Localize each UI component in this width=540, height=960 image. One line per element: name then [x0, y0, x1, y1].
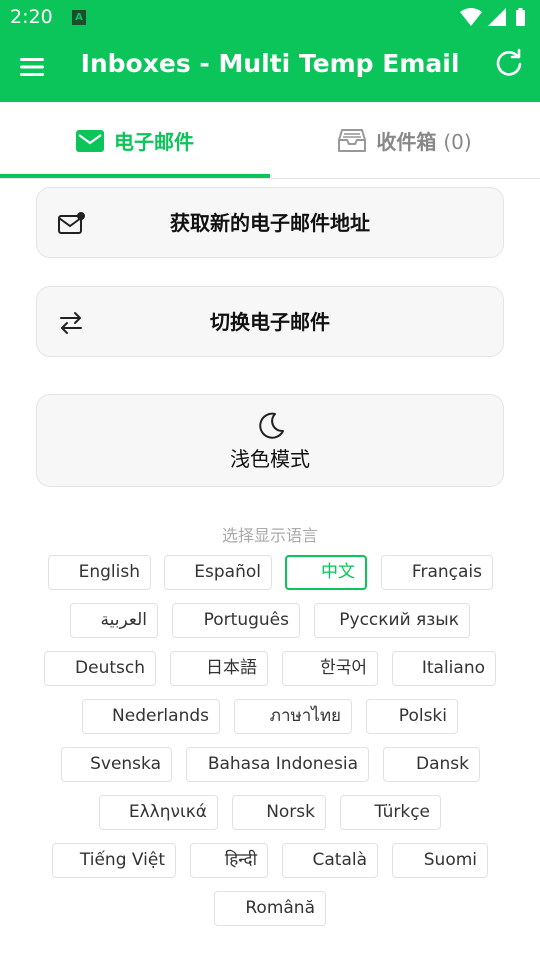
language-option-polish[interactable]: Polski: [366, 699, 458, 734]
language-option-swedish[interactable]: Svenska: [61, 747, 172, 782]
mail-icon: [76, 129, 104, 152]
language-option-dutch[interactable]: Nederlands: [82, 699, 220, 734]
switch-email-button[interactable]: 切换电子邮件: [36, 286, 504, 357]
language-option-italian[interactable]: Italiano: [392, 651, 496, 686]
switch-email-label: 切换电子邮件: [210, 310, 330, 334]
theme-toggle-label: 浅色模式: [230, 447, 310, 471]
language-option-japanese[interactable]: 日本語: [170, 651, 268, 686]
status-time: 2:20: [10, 6, 53, 28]
toolbar: Inboxes - Multi Temp Email: [0, 36, 540, 102]
language-option-korean[interactable]: 한국어: [282, 651, 378, 686]
language-heading: 选择显示语言: [221, 526, 318, 545]
language-option-spanish[interactable]: Español: [164, 555, 272, 590]
language-option-hindi[interactable]: हिन्दी: [190, 843, 268, 878]
language-option-catalan[interactable]: Català: [282, 843, 378, 878]
new-email-address-label: 获取新的电子邮件地址: [170, 211, 370, 235]
tab-inbox-label: 收件箱 (0): [376, 130, 472, 154]
new-email-address-button[interactable]: 获取新的电子邮件地址: [36, 187, 504, 258]
language-option-greek[interactable]: Ελληνικά: [99, 795, 218, 830]
language-option-french[interactable]: Français: [381, 555, 493, 590]
tab-bar: 电子邮件 收件箱 (0): [0, 102, 540, 179]
signal-icon: [488, 8, 506, 26]
language-option-russian[interactable]: Русский язык: [314, 603, 470, 638]
language-option-vietnamese[interactable]: Tiếng Việt: [52, 843, 176, 878]
language-option-english[interactable]: English: [48, 555, 151, 590]
language-option-portuguese[interactable]: Português: [172, 603, 300, 638]
tab-inbox[interactable]: 收件箱 (0): [270, 102, 540, 179]
language-option-romanian[interactable]: Română: [214, 891, 326, 926]
wifi-icon: [460, 8, 482, 26]
language-option-finnish[interactable]: Suomi: [392, 843, 488, 878]
active-tab-indicator: [0, 174, 270, 178]
app-header: 2:20 A Inboxes - Multi Temp Email: [0, 0, 540, 102]
language-option-thai[interactable]: ภาษาไทย: [234, 699, 352, 734]
a-icon: A: [72, 10, 86, 25]
refresh-icon[interactable]: [494, 48, 524, 78]
language-option-chinese[interactable]: 中文: [285, 555, 367, 590]
language-option-danish[interactable]: Dansk: [383, 747, 480, 782]
inbox-count: (0): [443, 130, 472, 154]
language-option-norwegian[interactable]: Norsk: [232, 795, 326, 830]
menu-icon[interactable]: [18, 53, 46, 81]
status-bar: 2:20 A: [0, 0, 540, 36]
status-icons: [460, 8, 525, 26]
language-option-arabic[interactable]: العربية: [70, 603, 158, 638]
theme-toggle-button[interactable]: 浅色模式: [36, 394, 504, 487]
battery-icon: [516, 10, 525, 26]
language-option-turkish[interactable]: Türkçe: [340, 795, 441, 830]
inbox-tray-icon: [338, 128, 367, 152]
tab-email-label: 电子邮件: [114, 130, 194, 154]
moon-icon: [259, 412, 284, 439]
tab-email[interactable]: 电子邮件: [0, 102, 270, 179]
app-title: Inboxes - Multi Temp Email: [80, 49, 460, 78]
language-option-indonesian[interactable]: Bahasa Indonesia: [186, 747, 369, 782]
language-option-german[interactable]: Deutsch: [44, 651, 156, 686]
